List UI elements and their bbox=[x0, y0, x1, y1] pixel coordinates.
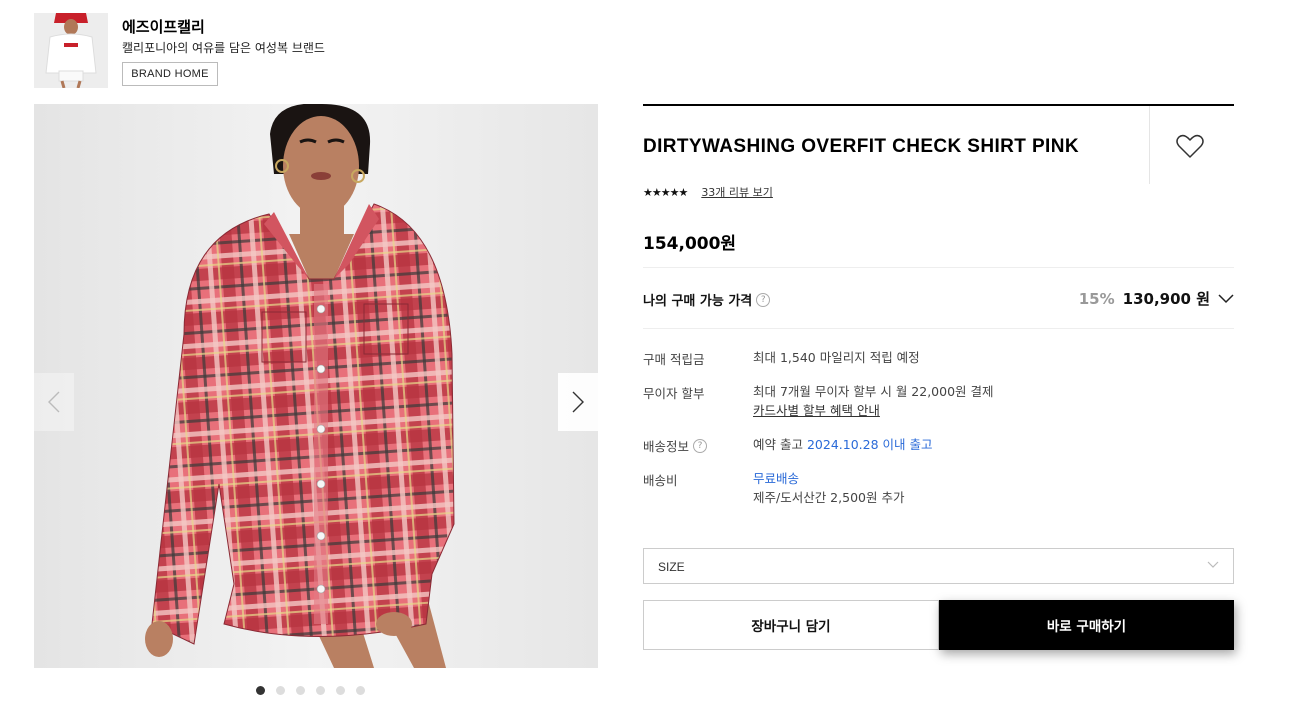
my-price-label-group: 나의 구매 가능 가격 ? bbox=[643, 290, 771, 309]
installment-value: 최대 7개월 무이자 할부 시 월 22,000원 결제 bbox=[753, 384, 994, 399]
gallery-prev-button[interactable] bbox=[34, 373, 74, 431]
heart-icon[interactable] bbox=[1175, 132, 1205, 162]
installment-info: 최대 7개월 무이자 할부 시 월 22,000원 결제 카드사별 할부 혜택 … bbox=[753, 382, 994, 420]
gallery-dot[interactable] bbox=[356, 686, 365, 695]
help-icon[interactable]: ? bbox=[693, 438, 708, 453]
chevron-left-icon bbox=[48, 391, 60, 413]
product-title: DIRTYWASHING OVERFIT CHECK SHIRT PINK bbox=[643, 136, 1079, 157]
shipping-fee-extra: 제주/도서산간 2,500원 추가 bbox=[753, 490, 905, 505]
buy-now-button[interactable]: 바로 구매하기 bbox=[939, 600, 1234, 650]
brand-home-button[interactable]: BRAND HOME bbox=[122, 62, 218, 86]
brand-name[interactable]: 에즈이프캘리 bbox=[122, 16, 205, 37]
product-image-gallery[interactable] bbox=[34, 104, 598, 668]
brand-thumbnail[interactable] bbox=[34, 13, 108, 88]
gallery-dot[interactable] bbox=[336, 686, 345, 695]
product-price: 154,000원 bbox=[643, 234, 737, 254]
divider bbox=[643, 328, 1234, 329]
gallery-dot[interactable] bbox=[256, 686, 265, 695]
add-to-cart-button[interactable]: 장바구니 담기 bbox=[643, 600, 939, 650]
gallery-next-button[interactable] bbox=[558, 373, 598, 431]
gallery-pagination bbox=[256, 686, 365, 695]
shipping-info-label-group: 배송정보 ? bbox=[643, 436, 708, 455]
title-row: DIRTYWASHING OVERFIT CHECK SHIRT PINK bbox=[643, 106, 1234, 184]
chevron-down-icon bbox=[1207, 561, 1219, 568]
discount-rate: 15% bbox=[1078, 289, 1115, 308]
chevron-right-icon bbox=[572, 391, 584, 413]
size-select[interactable]: SIZE bbox=[643, 548, 1234, 584]
brand-description: 캘리포니아의 여유를 담은 여성복 브랜드 bbox=[122, 41, 325, 55]
product-photo bbox=[34, 104, 598, 668]
review-link[interactable]: 33개 리뷰 보기 bbox=[701, 184, 773, 200]
rating-row: ★★★★★ 33개 리뷰 보기 bbox=[643, 184, 773, 200]
shipping-info-prefix: 예약 출고 bbox=[753, 437, 803, 452]
divider bbox=[643, 267, 1234, 268]
points-value: 최대 1,540 마일리지 적립 예정 bbox=[753, 350, 920, 365]
gallery-dot[interactable] bbox=[316, 686, 325, 695]
shipping-info-date: 2024.10.28 이내 출고 bbox=[806, 437, 933, 452]
product-info-panel: DIRTYWASHING OVERFIT CHECK SHIRT PINK ★★… bbox=[643, 104, 1234, 650]
gallery-dot[interactable] bbox=[276, 686, 285, 695]
my-price-label: 나의 구매 가능 가격 bbox=[643, 294, 753, 309]
shipping-info-value: 예약 출고 2024.10.28 이내 출고 bbox=[753, 435, 933, 454]
points-label: 구매 적립금 bbox=[643, 352, 705, 367]
shipping-fee-label: 배송비 bbox=[643, 473, 678, 488]
size-placeholder: SIZE bbox=[658, 560, 685, 574]
help-icon[interactable]: ? bbox=[756, 292, 771, 307]
my-price-dropdown[interactable]: 15% 130,900 원 bbox=[1079, 288, 1234, 309]
installment-label: 무이자 할부 bbox=[643, 386, 705, 401]
gallery-dot[interactable] bbox=[296, 686, 305, 695]
shipping-fee-info: 무료배송 제주/도서산간 2,500원 추가 bbox=[753, 469, 904, 507]
divider bbox=[1149, 106, 1150, 184]
installment-link[interactable]: 카드사별 할부 혜택 안내 bbox=[753, 401, 994, 420]
brand-thumbnail-image bbox=[34, 13, 108, 88]
my-price-value: 130,900 원 bbox=[1122, 290, 1210, 308]
chevron-down-icon bbox=[1218, 293, 1234, 303]
shipping-info-label: 배송정보 bbox=[643, 439, 690, 454]
rating-stars: ★★★★★ bbox=[643, 185, 688, 199]
shipping-fee-value: 무료배송 bbox=[753, 471, 800, 486]
